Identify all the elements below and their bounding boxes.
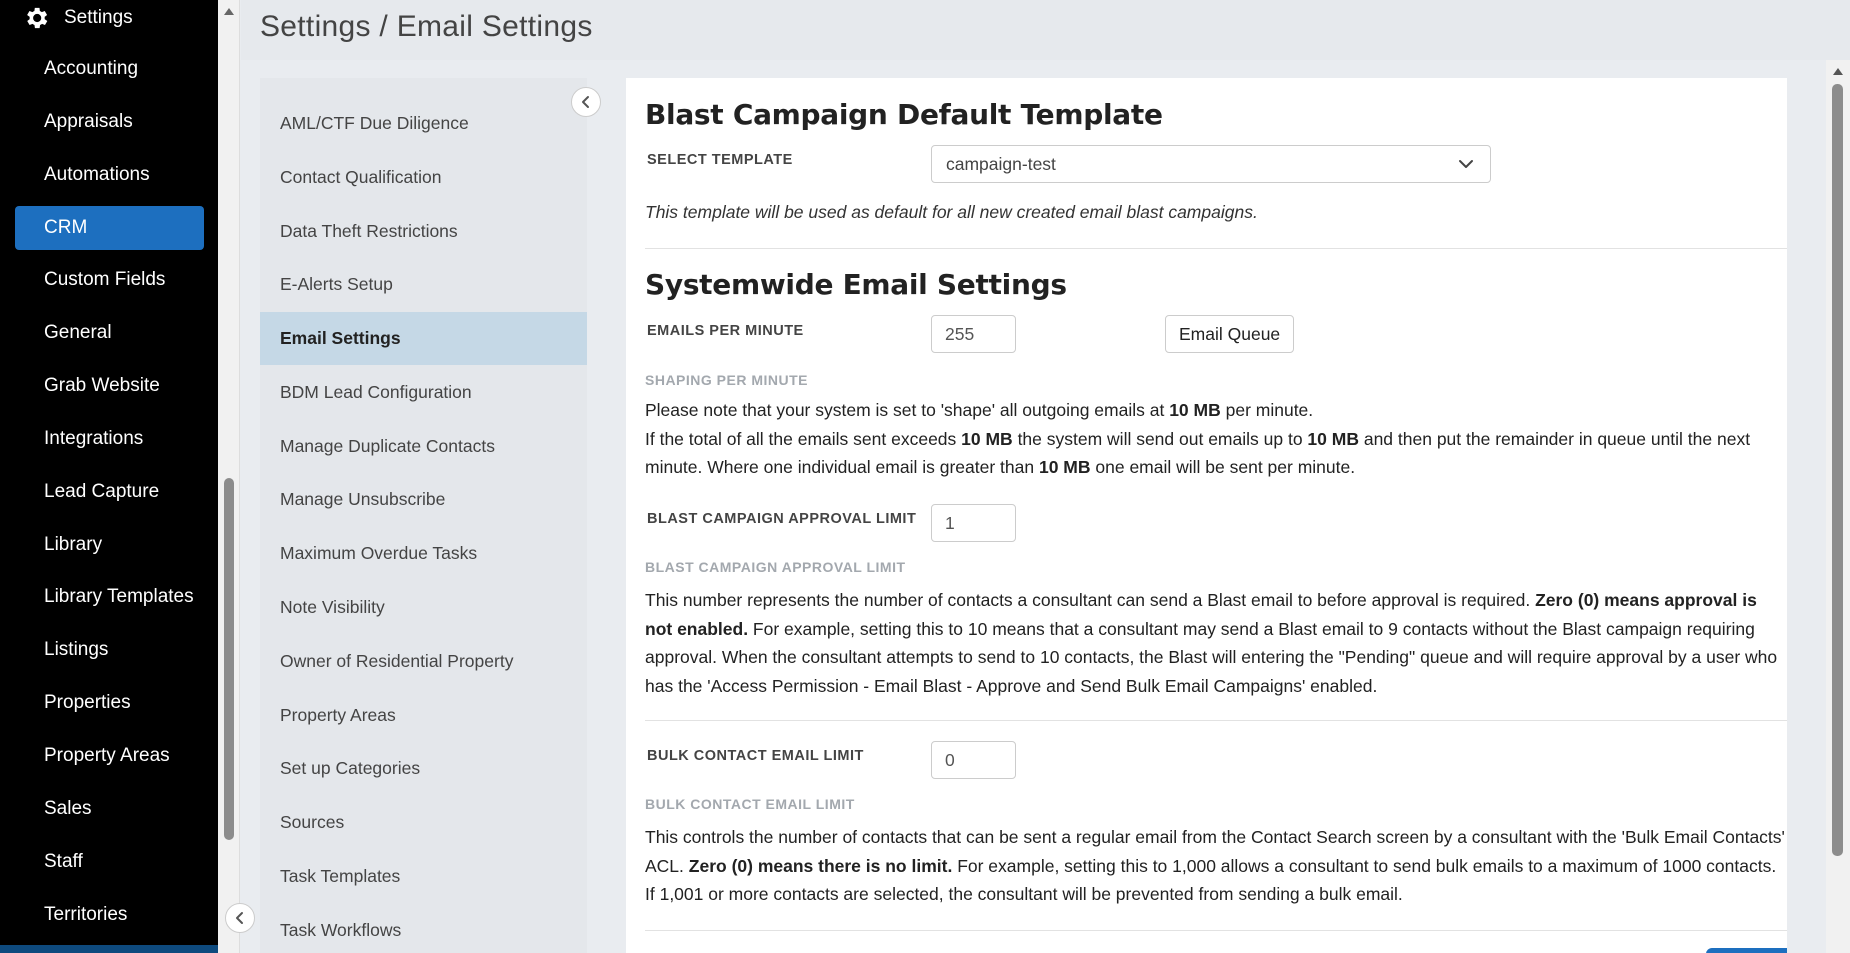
shaping-text: the system will send out emails up to	[1012, 428, 1308, 449]
submenu-item-aml-ctf[interactable]: AML/CTF Due Diligence	[260, 97, 587, 150]
content-scrollbar-thumb[interactable]	[1832, 84, 1843, 856]
chevron-down-icon	[1459, 160, 1473, 168]
submenu-item-overdue-tasks[interactable]: Maximum Overdue Tasks	[260, 527, 587, 580]
section-divider	[645, 930, 1787, 931]
shaping-text: Please note that your system is set to '…	[645, 400, 1170, 420]
shaping-size: 10 MB	[1169, 400, 1221, 420]
sidebar-item-lead-capture[interactable]: Lead Capture	[15, 470, 204, 514]
sidebar-item-territories[interactable]: Territories	[15, 893, 204, 937]
sidebar-item-accounting[interactable]: Accounting	[15, 47, 204, 91]
submenu-item-contact-qualification[interactable]: Contact Qualification	[260, 151, 587, 204]
approval-text: This number represents the number of con…	[645, 590, 1536, 610]
scroll-up-arrow-icon[interactable]	[1833, 68, 1843, 75]
submenu-collapse-button[interactable]	[571, 87, 601, 117]
sidebar-item-library-templates[interactable]: Library Templates	[15, 575, 204, 619]
template-select[interactable]: campaign-test	[931, 145, 1491, 183]
sidebar-scrollbar-thumb[interactable]	[224, 478, 234, 840]
save-button-edge[interactable]	[1706, 948, 1787, 953]
emails-per-minute-label: EMAILS PER MINUTE	[647, 323, 804, 339]
chevron-left-icon	[582, 96, 589, 108]
bulk-limit-label: BULK CONTACT EMAIL LIMIT	[647, 748, 864, 764]
sidebar-settings-header[interactable]: Settings	[22, 2, 133, 34]
sidebar-item-sales[interactable]: Sales	[15, 787, 204, 831]
shaping-text: If the total of all the emails sent exce…	[645, 428, 962, 449]
submenu-item-email-settings[interactable]: Email Settings	[260, 312, 587, 365]
section-divider	[645, 248, 1787, 249]
submenu-item-property-areas[interactable]: Property Areas	[260, 689, 587, 742]
submenu-item-note-visibility[interactable]: Note Visibility	[260, 581, 587, 634]
submenu-item-unsubscribe[interactable]: Manage Unsubscribe	[260, 473, 587, 526]
approval-text: For example, setting this to 10 means th…	[645, 618, 1778, 696]
emails-per-minute-input[interactable]: 255	[931, 315, 1016, 353]
sidebar-item-library[interactable]: Library	[15, 523, 204, 567]
shaping-size: 10 MB	[961, 428, 1013, 449]
approval-limit-input[interactable]: 1	[931, 504, 1016, 542]
submenu-item-task-workflows[interactable]: Task Workflows	[260, 904, 587, 953]
sidebar-item-grab-website[interactable]: Grab Website	[15, 364, 204, 408]
approval-limit-description: This number represents the number of con…	[645, 586, 1787, 700]
shaping-description: Please note that your system is set to '…	[645, 396, 1787, 482]
sidebar-item-automations[interactable]: Automations	[15, 153, 204, 197]
sidebar-item-integrations[interactable]: Integrations	[15, 417, 204, 461]
sidebar-item-properties[interactable]: Properties	[15, 681, 204, 725]
sidebar-item-custom-fields[interactable]: Custom Fields	[15, 258, 204, 302]
email-settings-panel: Blast Campaign Default Template SELECT T…	[626, 78, 1787, 953]
select-template-label: SELECT TEMPLATE	[647, 152, 793, 168]
blast-template-heading: Blast Campaign Default Template	[645, 98, 1163, 131]
sidebar-item-general[interactable]: General	[15, 311, 204, 355]
systemwide-heading: Systemwide Email Settings	[645, 268, 1067, 301]
submenu-item-owner-residential[interactable]: Owner of Residential Property	[260, 635, 587, 688]
submenu-item-e-alerts[interactable]: E-Alerts Setup	[260, 258, 587, 311]
scroll-up-arrow-icon[interactable]	[224, 8, 234, 15]
shaping-per-minute-label: SHAPING PER MINUTE	[645, 372, 809, 388]
template-note: This template will be used as default fo…	[645, 202, 1258, 222]
content-scrollbar[interactable]	[1826, 60, 1850, 953]
sidebar-title: Settings	[64, 7, 133, 28]
main-sidebar: Settings Accounting Appraisals Automatio…	[0, 0, 218, 953]
submenu-item-task-templates[interactable]: Task Templates	[260, 850, 587, 903]
submenu-item-bdm-lead[interactable]: BDM Lead Configuration	[260, 366, 587, 419]
settings-submenu: AML/CTF Due Diligence Contact Qualificat…	[260, 78, 587, 953]
sidebar-item-crm[interactable]: CRM	[15, 206, 204, 250]
submenu-item-categories[interactable]: Set up Categories	[260, 742, 587, 795]
bulk-limit-input[interactable]: 0	[931, 741, 1016, 779]
shaping-size: 10 MB	[1038, 457, 1091, 477]
chevron-left-icon	[236, 912, 243, 924]
shaping-text: per minute.	[1220, 400, 1314, 420]
approval-limit-label: BLAST CAMPAIGN APPROVAL LIMIT	[647, 511, 917, 527]
shaping-size: 10 MB	[1307, 428, 1359, 449]
submenu-item-sources[interactable]: Sources	[260, 796, 587, 849]
email-queue-button[interactable]: Email Queue	[1165, 315, 1295, 353]
sidebar-collapse-button[interactable]	[225, 903, 255, 933]
shaping-text: one email will be sent per minute.	[1090, 457, 1356, 477]
sidebar-item-appraisals[interactable]: Appraisals	[15, 100, 204, 144]
sidebar-item-staff[interactable]: Staff	[15, 840, 204, 884]
template-select-value: campaign-test	[946, 154, 1056, 174]
sidebar-item-listings[interactable]: Listings	[15, 628, 204, 672]
submenu-item-duplicate-contacts[interactable]: Manage Duplicate Contacts	[260, 420, 587, 473]
submenu-item-data-theft[interactable]: Data Theft Restrictions	[260, 205, 587, 258]
approval-limit-sublabel: BLAST CAMPAIGN APPROVAL LIMIT	[645, 559, 906, 575]
bulk-limit-sublabel: BULK CONTACT EMAIL LIMIT	[645, 796, 855, 812]
page-header: Settings / Email Settings	[241, 0, 1850, 60]
gear-icon	[27, 7, 48, 29]
sidebar-scrollbar[interactable]	[218, 0, 240, 953]
bulk-emphasis: Zero (0) means there is no limit.	[688, 855, 953, 876]
sidebar-item-property-areas[interactable]: Property Areas	[15, 734, 204, 778]
section-divider	[645, 720, 1787, 721]
sidebar-next-item-edge	[0, 945, 218, 953]
page-title: Settings / Email Settings	[260, 10, 593, 43]
bulk-limit-description: This controls the number of contacts tha…	[645, 823, 1787, 909]
